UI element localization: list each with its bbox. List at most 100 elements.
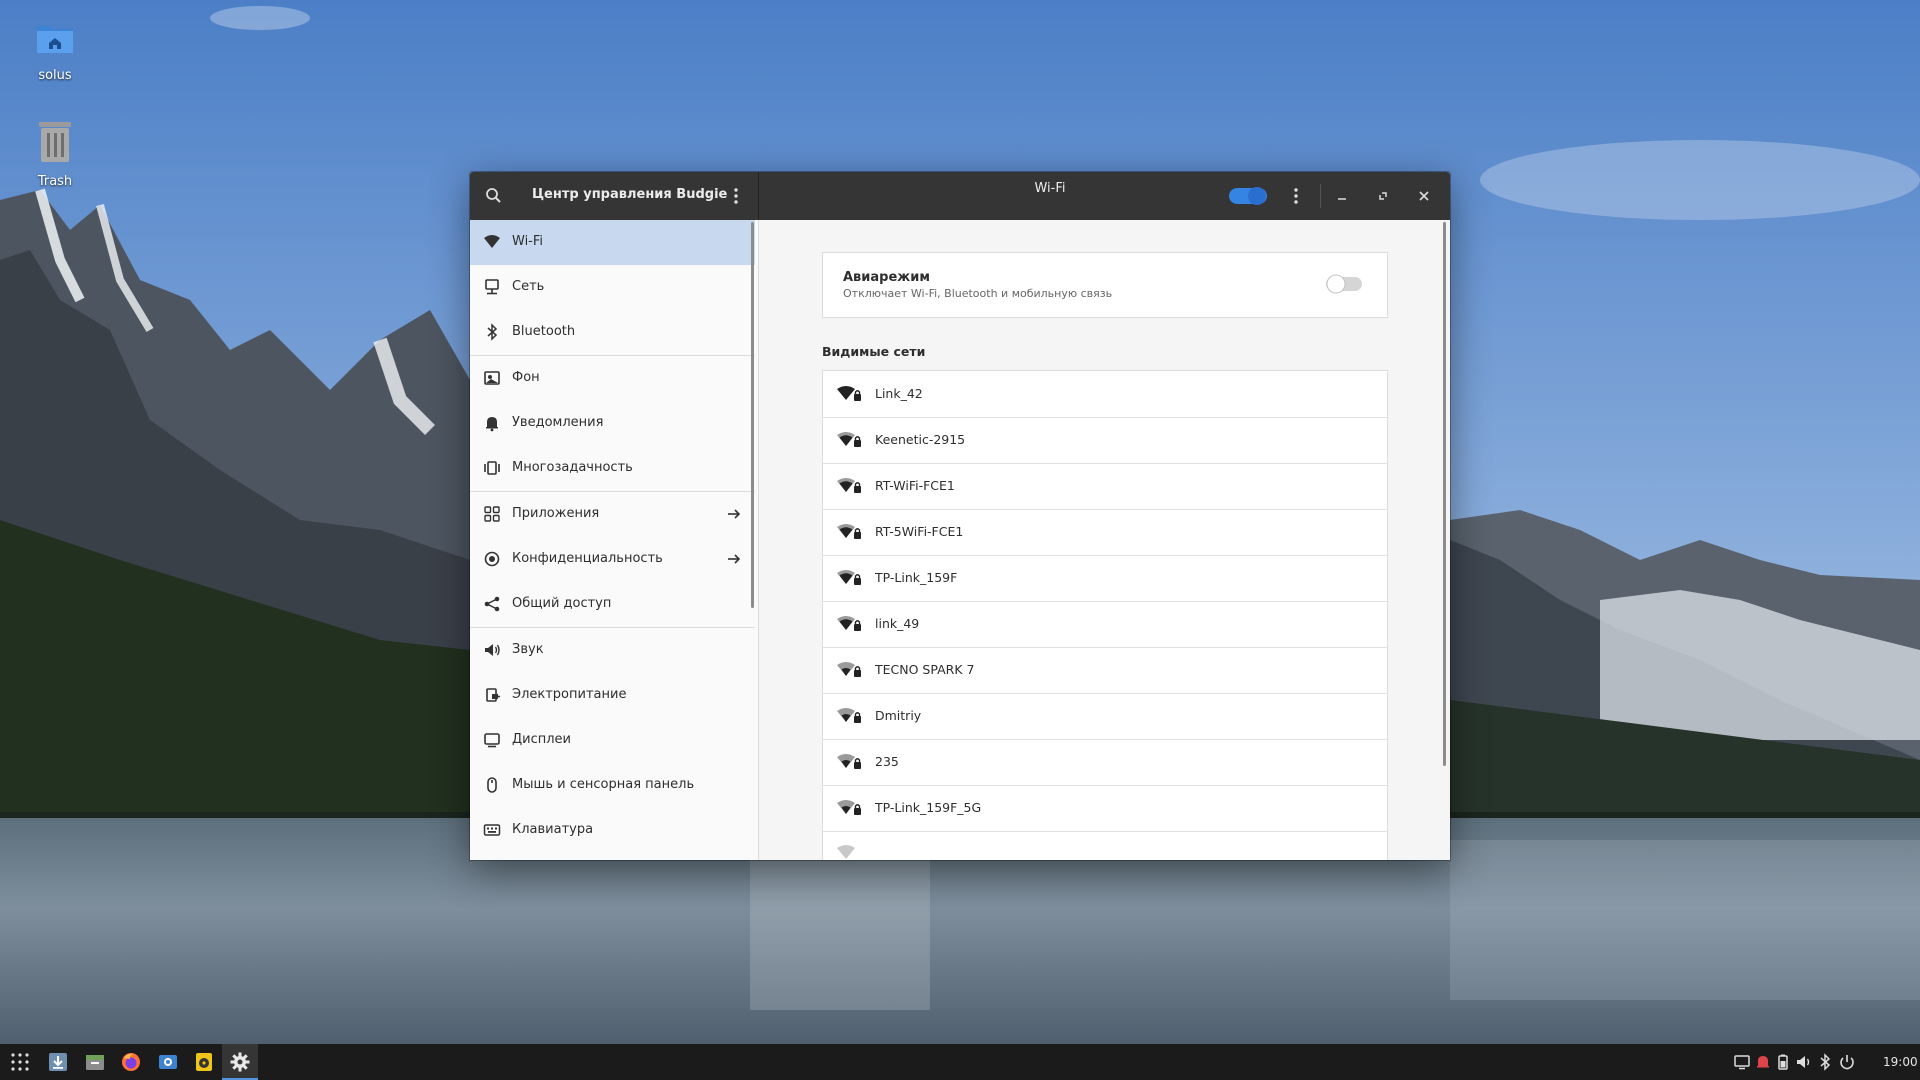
network-row[interactable]: 235 bbox=[823, 739, 1387, 786]
sidebar-item-notifications[interactable]: Уведомления bbox=[470, 401, 755, 446]
taskbar-rhythmbox[interactable] bbox=[186, 1044, 222, 1080]
maximize-button[interactable] bbox=[1373, 186, 1393, 206]
network-row[interactable]: TECNO SPARK 7 bbox=[823, 647, 1387, 694]
airplane-mode-switch[interactable] bbox=[1325, 273, 1363, 295]
taskbar-settings[interactable] bbox=[222, 1044, 258, 1080]
bluetooth-icon bbox=[487, 323, 498, 341]
sidebar-item-label: Конфиденциальность bbox=[512, 551, 663, 566]
network-row[interactable]: link_49 bbox=[823, 601, 1387, 648]
sidebar-item-label: Фон bbox=[512, 370, 540, 385]
bell-icon bbox=[486, 417, 498, 432]
notification-bell-icon[interactable] bbox=[1754, 1053, 1772, 1071]
volume-icon[interactable] bbox=[1795, 1053, 1813, 1071]
airplane-mode-subtitle: Отключает Wi-Fi, Bluetooth и мобильную с… bbox=[843, 287, 1113, 300]
network-name: 235 bbox=[875, 754, 899, 769]
taskbar-screenshot[interactable] bbox=[150, 1044, 186, 1080]
sidebar-item-label: Многозадачность bbox=[512, 460, 633, 475]
sidebar-item-sharing[interactable]: Общий доступ bbox=[470, 582, 755, 627]
vertical-dots-icon bbox=[734, 188, 738, 204]
network-list: Link_42 Keenetic-2915 RT-WiFi-FCE1 RT-5W… bbox=[822, 370, 1388, 860]
network-name: link_49 bbox=[875, 616, 920, 631]
taskbar-files[interactable] bbox=[77, 1044, 113, 1080]
app-title: Центр управления Budgie bbox=[532, 187, 728, 202]
sidebar-item-mouse[interactable]: Мышь и сенсорная панель bbox=[470, 763, 755, 808]
sidebar-item-keyboard[interactable]: Клавиатура bbox=[470, 808, 755, 853]
wifi-toggle[interactable] bbox=[1228, 185, 1268, 207]
airplane-mode-title: Авиарежим bbox=[843, 270, 930, 285]
network-row-partial[interactable] bbox=[823, 831, 1387, 860]
taskbar-firefox[interactable] bbox=[113, 1044, 149, 1080]
app-grid-icon bbox=[11, 1053, 29, 1071]
close-button[interactable] bbox=[1414, 186, 1434, 206]
search-button[interactable] bbox=[484, 186, 504, 206]
network-row[interactable]: TP-Link_159F_5G bbox=[823, 785, 1387, 832]
display-icon bbox=[484, 733, 500, 748]
wifi-signal-locked-icon bbox=[837, 432, 861, 447]
apps-grid-icon bbox=[484, 506, 500, 522]
screen-tray-icon[interactable] bbox=[1733, 1053, 1751, 1071]
sidebar-item-label: Дисплеи bbox=[512, 732, 572, 747]
power-icon[interactable] bbox=[1838, 1053, 1856, 1071]
battery-icon[interactable] bbox=[1774, 1053, 1792, 1071]
wifi-signal-locked-icon bbox=[837, 478, 861, 493]
arrow-right-icon bbox=[728, 554, 741, 564]
sidebar-item-multitasking[interactable]: Многозадачность bbox=[470, 446, 755, 491]
sidebar-item-label: Wi-Fi bbox=[512, 234, 544, 249]
network-row[interactable]: Dmitriy bbox=[823, 693, 1387, 740]
network-name: TP-Link_159F bbox=[875, 570, 958, 585]
sidebar-item-applications[interactable]: Приложения bbox=[470, 492, 755, 537]
network-icon bbox=[485, 279, 499, 295]
visible-networks-heading: Видимые сети bbox=[822, 344, 926, 359]
network-row[interactable]: Link_42 bbox=[823, 371, 1387, 418]
network-row[interactable]: TP-Link_159F bbox=[823, 555, 1387, 602]
clock[interactable]: 19:00 bbox=[1883, 1055, 1918, 1069]
privacy-icon bbox=[484, 551, 500, 567]
sidebar-item-displays[interactable]: Дисплеи bbox=[470, 718, 755, 763]
wifi-panel: Авиарежим Отключает Wi-Fi, Bluetooth и м… bbox=[759, 220, 1450, 860]
sidebar-menu-button[interactable] bbox=[726, 186, 746, 206]
sidebar-header: Центр управления Budgie bbox=[470, 172, 759, 220]
sidebar-item-bluetooth[interactable]: Bluetooth bbox=[470, 310, 755, 355]
search-icon bbox=[486, 188, 501, 203]
sidebar-item-sound[interactable]: Звук bbox=[470, 628, 755, 673]
desktop-icon-label: Trash bbox=[37, 174, 73, 189]
power-plug-icon bbox=[486, 688, 500, 702]
screenshot-icon bbox=[159, 1055, 177, 1069]
network-name: Keenetic-2915 bbox=[875, 432, 966, 447]
maximize-icon bbox=[1379, 192, 1387, 200]
network-row[interactable]: RT-5WiFi-FCE1 bbox=[823, 509, 1387, 556]
network-name: Link_42 bbox=[875, 386, 923, 401]
wifi-signal-locked-icon bbox=[837, 800, 861, 815]
sidebar-item-label: Мышь и сенсорная панель bbox=[512, 777, 695, 792]
sidebar-item-wifi[interactable]: Wi-Fi bbox=[470, 220, 755, 265]
sidebar-item-privacy[interactable]: Конфиденциальность bbox=[470, 537, 755, 582]
mouse-icon bbox=[487, 777, 497, 793]
vertical-dots-icon bbox=[1294, 188, 1298, 204]
sidebar-item-power[interactable]: Электропитание bbox=[470, 673, 755, 718]
wifi-icon bbox=[484, 235, 500, 248]
close-icon bbox=[1419, 191, 1429, 201]
taskbar-downloads[interactable] bbox=[40, 1044, 76, 1080]
content-scrollbar[interactable] bbox=[1443, 222, 1446, 766]
wifi-signal-locked-icon bbox=[837, 524, 861, 539]
sidebar: Wi-Fi Сеть Bluetooth Фон Уведомления Мно… bbox=[470, 220, 759, 860]
titlebar: Центр управления Budgie Wi-Fi bbox=[470, 172, 1450, 220]
network-row[interactable]: Keenetic-2915 bbox=[823, 417, 1387, 464]
network-row[interactable]: RT-WiFi-FCE1 bbox=[823, 463, 1387, 510]
sidebar-item-label: Клавиатура bbox=[512, 822, 594, 837]
sidebar-item-network[interactable]: Сеть bbox=[470, 265, 755, 310]
sidebar-item-label: Bluetooth bbox=[512, 324, 576, 339]
desktop-icon-trash[interactable]: Trash bbox=[10, 120, 100, 189]
trash-icon bbox=[10, 120, 100, 168]
minimize-button[interactable] bbox=[1332, 186, 1352, 206]
sidebar-item-label: Приложения bbox=[512, 506, 600, 521]
files-icon bbox=[86, 1055, 104, 1070]
page-menu-button[interactable] bbox=[1286, 186, 1306, 206]
bluetooth-tray-icon[interactable] bbox=[1816, 1053, 1834, 1071]
desktop-icon-home[interactable]: solus bbox=[10, 18, 100, 83]
sidebar-scrollbar[interactable] bbox=[751, 222, 754, 608]
app-menu-button[interactable] bbox=[2, 1044, 38, 1080]
desktop-icon-label: solus bbox=[38, 68, 72, 83]
sidebar-item-background[interactable]: Фон bbox=[470, 356, 755, 401]
wifi-signal-locked-icon bbox=[837, 386, 861, 401]
